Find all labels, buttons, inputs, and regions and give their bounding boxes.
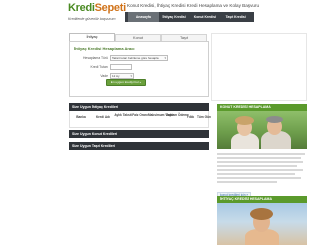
vade-value: 12 Ay [112, 74, 120, 78]
tab-ihtiyac[interactable]: İhtiyaç [69, 33, 115, 41]
hesaplama-turu-select[interactable]: Taksit tutarı belirleme göre hesapla ▾ [110, 55, 168, 61]
logo-wordmark: KrediSepeti [68, 2, 126, 14]
nav-item-anasayfa[interactable]: Anasayfa [128, 12, 159, 22]
ad-banner [211, 33, 307, 101]
calculate-button[interactable]: En uygun krediyi bul » [106, 79, 146, 86]
woman-photo [217, 203, 307, 245]
column-header-faiz-orani: Faiz Oranı [132, 113, 148, 117]
form-heading: İhtiyaç Kredisi Hesaplama Aracı [74, 46, 135, 51]
nav-item-ihtiyac-kredisi[interactable]: İhtiyaç Kredisi [159, 12, 190, 22]
column-header-toplam-odeme: Toplam Ödeme [166, 113, 189, 117]
logo-tagline: Kredilerde güvenilir başvurum [68, 17, 116, 21]
results-table-header: Banka Kredi Adı Aylık Taksit Faiz Oranı … [70, 113, 211, 119]
column-header-tum-gun: Tüm Gün [197, 115, 211, 119]
tab-konut[interactable]: Konut [115, 34, 161, 41]
calculator-form: İhtiyaç Kredisi Hesaplama Aracı Hesaplam… [69, 41, 209, 97]
field-label-hesaplama-turu: Hesaplama Türü [82, 56, 108, 60]
page-title: Konut Kredisi, İhtiyaç Kredisi Kredi Hes… [127, 3, 260, 8]
chevron-down-icon: ▾ [130, 74, 132, 78]
hesaplama-turu-value: Taksit tutarı belirleme göre hesapla [112, 56, 159, 60]
form-row-kredi-tutari: Kredi Tutarı [70, 64, 210, 70]
sidebar-header-konut: KONUT KREDİSİ HESAPLAMA [217, 104, 307, 111]
column-header-aylik-taksit: Aylık Taksit [114, 113, 132, 117]
calculator-tabs: İhtiyaç Konut Taşıt [69, 33, 209, 41]
results-bar-konut: Size Uygun Konut Kredileri [69, 130, 209, 138]
person-hair [250, 208, 273, 220]
column-header-yillik: Yıllık [186, 115, 195, 119]
field-label-kredi-tutari: Kredi Tutarı [90, 65, 108, 69]
column-header-kredi-adi: Kredi Adı [95, 115, 111, 119]
column-header-banka: Banka [76, 115, 86, 119]
results-bar-tasit: Size Uygun Taşıt Kredileri [69, 142, 209, 150]
nav-item-tasit-kredisi[interactable]: Taşıt Kredisi [220, 12, 251, 22]
logo[interactable]: KrediSepeti Kredilerde güvenilir başvuru… [68, 2, 126, 28]
column-header-maksimum-vade: Maksimum Vade [148, 113, 173, 117]
kredi-tutari-input[interactable] [110, 64, 132, 70]
chevron-down-icon: ▾ [164, 56, 166, 60]
sidebar-header-ihtiyac: İHTİYAÇ KREDİSİ HESAPLAMA [217, 196, 307, 203]
tab-tasit[interactable]: Taşıt [161, 34, 207, 41]
results-table: Banka Kredi Adı Aylık Taksit Faiz Oranı … [69, 111, 211, 128]
sidebar-text-block [217, 151, 307, 187]
person-hair [266, 116, 283, 123]
couple-photo [217, 111, 307, 149]
top-navigation: Anasayfa İhtiyaç Kredisi Konut Kredisi T… [125, 12, 254, 22]
results-bar-ihtiyac: Size Uygun İhtiyaç Kredileri [69, 103, 209, 111]
nav-item-konut-kredisi[interactable]: Konut Kredisi [190, 12, 221, 22]
form-row-hesaplama-turu: Hesaplama Türü Taksit tutarı belirleme g… [70, 55, 210, 61]
person-hair [235, 116, 254, 125]
